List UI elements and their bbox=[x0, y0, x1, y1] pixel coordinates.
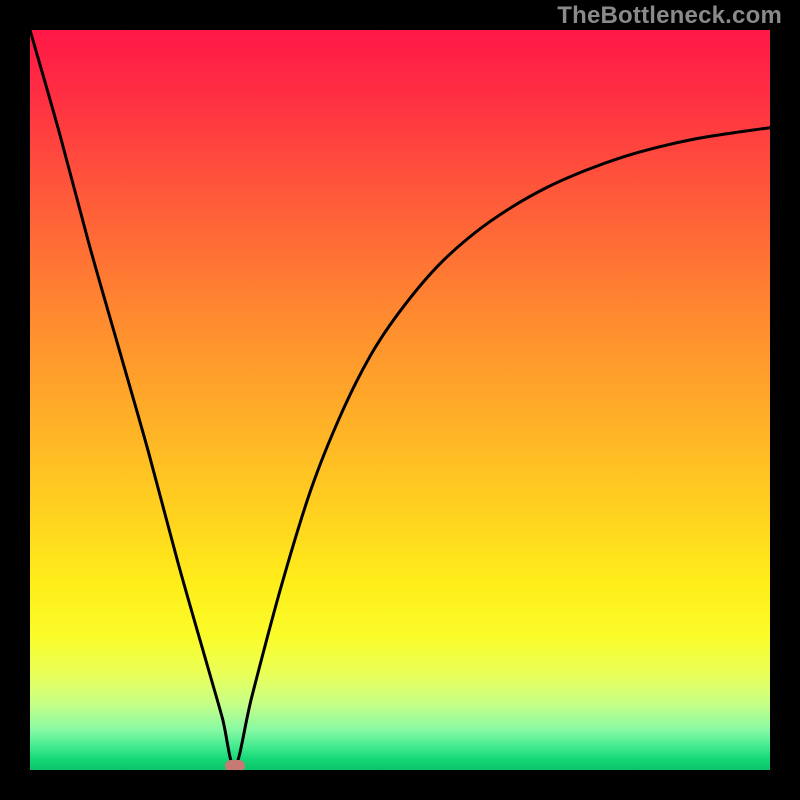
bottleneck-curve bbox=[30, 30, 770, 767]
optimum-marker bbox=[225, 760, 245, 770]
watermark-text: TheBottleneck.com bbox=[557, 2, 782, 30]
curve-svg bbox=[30, 30, 770, 770]
plot-area bbox=[30, 30, 770, 770]
chart-container: TheBottleneck.com bbox=[0, 0, 800, 800]
